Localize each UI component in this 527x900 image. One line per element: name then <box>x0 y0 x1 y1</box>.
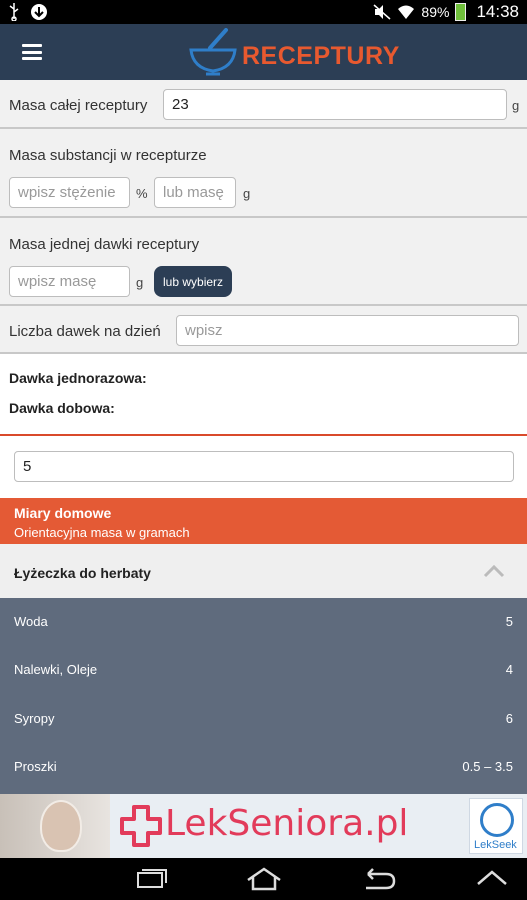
hamburger-icon[interactable] <box>22 44 42 60</box>
recent-apps-icon[interactable] <box>130 866 170 892</box>
badge-label: LekSeek <box>474 839 517 851</box>
accordion-title: Łyżeczka do herbaty <box>14 565 151 581</box>
dose-mass-input[interactable] <box>9 266 130 297</box>
system-nav-bar <box>0 858 527 900</box>
table-row: Syropy 6 <box>0 695 527 743</box>
results-section: Dawka jednorazowa: Dawka dobowa: <box>0 354 527 436</box>
doses-per-day-section: Liczba dawek na dzień <box>0 306 527 354</box>
dose-unit: g <box>136 275 144 290</box>
dose-label: Masa jednej dawki receptury <box>9 236 200 253</box>
table-row: Nalewki, Oleje 4 <box>0 646 527 694</box>
measures-table: Woda 5 Nalewki, Oleje 4 Syropy 6 Proszki… <box>0 598 527 794</box>
wifi-icon <box>398 5 415 19</box>
table-row: Woda 5 <box>0 598 527 646</box>
row-value: 0.5 – 3.5 <box>462 759 513 774</box>
app-header: RECEPTURY <box>0 24 527 80</box>
total-mass-unit: g <box>512 98 520 113</box>
substance-unit: g <box>243 186 251 201</box>
substance-label: Masa substancji w recepturze <box>9 147 207 164</box>
app-title: RECEPTURY <box>242 42 400 70</box>
pill-icon <box>480 803 514 837</box>
choose-dose-button[interactable]: lub wybierz <box>154 266 233 297</box>
household-measures-header: Miary domowe Orientacyjna masa w gramach <box>0 498 527 544</box>
ad-text: LekSeniora.pl <box>165 803 409 844</box>
lekseek-badge: LekSeek <box>469 798 523 854</box>
substance-mass-input[interactable] <box>154 177 236 208</box>
household-subtitle: Orientacyjna masa w gramach <box>14 525 190 540</box>
total-mass-label: Masa całej receptury <box>9 97 148 114</box>
doses-per-day-label: Liczba dawek na dzień <box>9 323 161 340</box>
home-icon[interactable] <box>244 866 284 892</box>
household-title: Miary domowe <box>14 505 112 521</box>
total-mass-input[interactable] <box>163 89 507 120</box>
total-mass-section: Masa całej receptury g <box>0 80 527 129</box>
clock: 14:38 <box>476 2 519 21</box>
accordion-teaspoon[interactable]: Łyżeczka do herbaty <box>0 544 527 598</box>
substance-section: Masa substancji w recepturze % g <box>0 129 527 218</box>
dose-section: Masa jednej dawki receptury g lub wybier… <box>0 218 527 306</box>
chevron-up-icon[interactable] <box>483 564 505 578</box>
download-icon <box>31 4 47 20</box>
battery-icon <box>455 3 467 21</box>
single-dose-label: Dawka jednorazowa: <box>9 370 147 386</box>
row-value: 4 <box>505 662 513 677</box>
percent-unit: % <box>136 186 148 201</box>
up-icon[interactable] <box>472 866 512 892</box>
ad-banner[interactable]: LekSeniora.pl LekSeek <box>0 794 527 858</box>
row-name: Woda <box>14 614 48 629</box>
table-row: Proszki 0.5 – 3.5 <box>0 743 527 791</box>
usb-icon <box>9 3 19 21</box>
daily-dose-label: Dawka dobowa: <box>9 400 115 416</box>
mortar-logo-icon <box>189 28 237 76</box>
quantity-section <box>0 438 527 498</box>
doses-per-day-input[interactable] <box>176 315 519 346</box>
ad-photo <box>0 794 110 858</box>
quantity-input[interactable] <box>14 451 514 482</box>
row-name: Syropy <box>14 711 55 726</box>
row-name: Proszki <box>14 759 57 774</box>
row-value: 6 <box>505 711 513 726</box>
battery-percent: 89% <box>421 4 450 20</box>
back-icon[interactable] <box>358 866 398 892</box>
concentration-input[interactable] <box>9 177 130 208</box>
status-bar: 89% 14:38 <box>0 0 527 24</box>
medical-cross-icon <box>120 805 162 847</box>
mute-icon <box>373 4 391 20</box>
row-name: Nalewki, Oleje <box>14 662 98 677</box>
row-value: 5 <box>505 614 513 629</box>
